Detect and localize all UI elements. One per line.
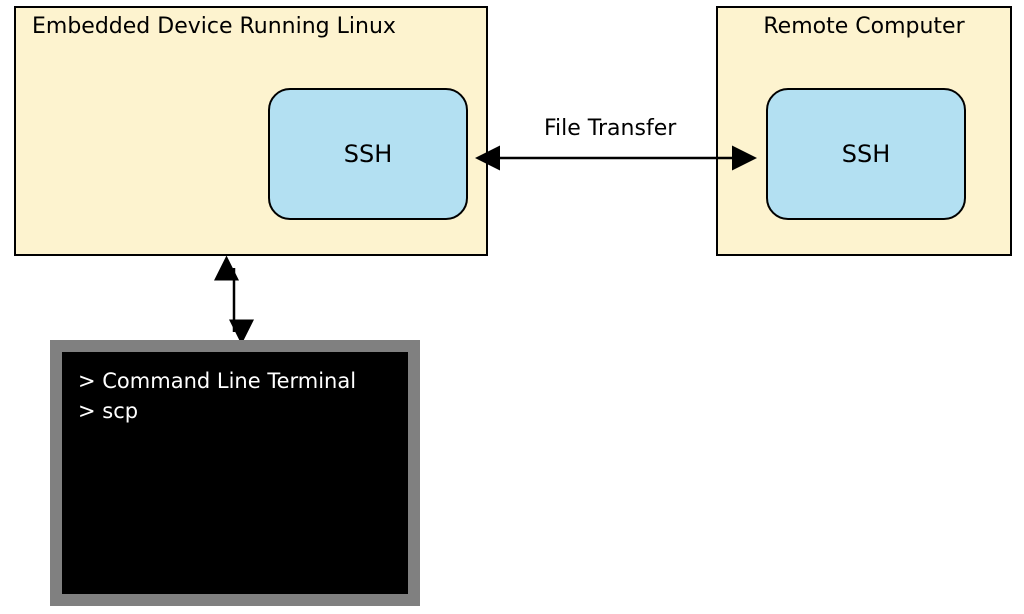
terminal-screen: > Command Line Terminal > scp — [62, 352, 408, 594]
remote-computer-box: Remote Computer SSH — [716, 6, 1012, 256]
terminal-box: > Command Line Terminal > scp — [50, 340, 420, 606]
embedded-device-box: Embedded Device Running Linux SSH — [14, 6, 488, 256]
device-terminal-arrow — [224, 258, 244, 342]
ssh-box-remote: SSH — [766, 88, 966, 220]
file-transfer-label: File Transfer — [544, 116, 676, 141]
embedded-device-title: Embedded Device Running Linux — [32, 14, 396, 39]
ssh-label-remote: SSH — [842, 140, 891, 168]
file-transfer-arrow — [468, 148, 764, 168]
ssh-box-embedded: SSH — [268, 88, 468, 220]
terminal-line-2: > scp — [78, 396, 392, 426]
terminal-line-1: > Command Line Terminal — [78, 366, 392, 396]
remote-computer-title: Remote Computer — [763, 14, 964, 39]
ssh-label-embedded: SSH — [344, 140, 393, 168]
